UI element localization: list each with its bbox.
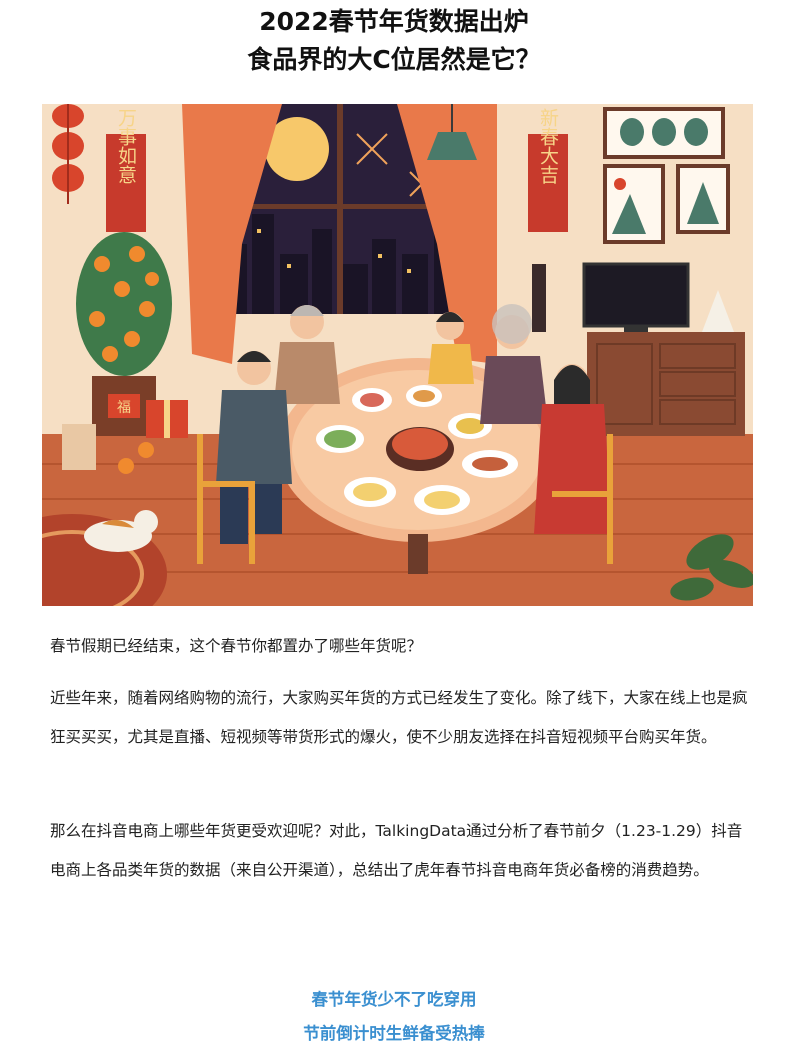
couplet-right-text: 新春大吉 xyxy=(537,108,559,184)
subheading-line2: 节前倒计时生鲜备受热捧 xyxy=(303,1024,485,1043)
box-label: 福 xyxy=(117,400,131,416)
article-title-line2: 食品界的大C位居然是它？ xyxy=(247,45,541,74)
paragraph-analysis: 那么在抖音电商上哪些年货更受欢迎呢？对此，TalkingData通过分析了春节前… xyxy=(50,822,743,879)
article-title-line1: 2022春节年货数据出炉 xyxy=(259,7,529,36)
couplet-left-text: 万事如意 xyxy=(115,108,137,184)
hero-illustration: 万事如意 新春大吉 福 xyxy=(42,104,753,606)
paragraph-intro: 春节假期已经结束，这个春节你都置办了哪些年货呢？ xyxy=(50,637,423,655)
paragraph-background: 近些年来，随着网络购物的流行，大家购买年货的方式已经发生了变化。除了线下，大家在… xyxy=(50,689,748,746)
subheading-line1: 春节年货少不了吃穿用 xyxy=(311,990,477,1009)
